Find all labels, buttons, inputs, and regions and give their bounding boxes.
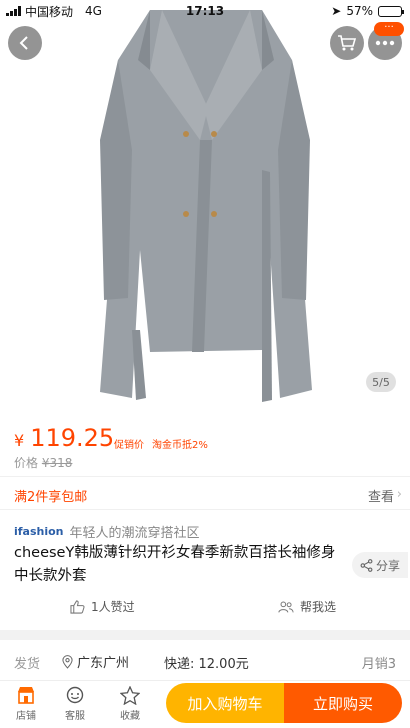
community-slogan: 年轻人的潮流穿搭社区: [69, 526, 200, 541]
product-title: cheeseY韩版薄针织开衫女春季新款百搭长袖修身中长款外套: [14, 545, 336, 584]
shop-tab[interactable]: 店铺: [6, 685, 46, 722]
coin-discount-tag: 淘金币抵2%: [152, 440, 208, 451]
back-button[interactable]: [8, 26, 42, 60]
original-price-label: 价格: [14, 456, 39, 470]
product-info-card: ¥ 119.25 促销价 淘金币抵2% 价格 ¥318 满2件享包邮 查看 › …: [0, 408, 410, 630]
cart-icon: [338, 35, 357, 51]
promotion-row[interactable]: 满2件享包邮 查看 ›: [0, 476, 410, 510]
product-photo-coat: [100, 10, 312, 402]
shop-label: 店铺: [16, 711, 36, 722]
community-banner[interactable]: ifashion 年轻人的潮流穿搭社区: [14, 522, 200, 541]
cart-button[interactable]: [330, 26, 364, 60]
ifashion-logo: ifashion: [14, 525, 64, 538]
shop-icon: [18, 687, 34, 704]
location-icon: ➤: [331, 4, 342, 18]
share-button[interactable]: 分享: [352, 552, 408, 578]
promo-price-tag: 促销价: [114, 440, 144, 451]
favorite-label: 收藏: [120, 711, 140, 722]
share-label: 分享: [375, 558, 400, 573]
original-price-value: ¥318: [41, 456, 73, 470]
like-count: 1人赞过: [91, 600, 135, 614]
thumbs-up-icon: [70, 599, 85, 614]
image-pager: 5/5: [366, 372, 396, 392]
price: ¥ 119.25: [14, 424, 114, 452]
chevron-left-icon: [19, 36, 28, 50]
shipping-fee: 快递: 12.00元: [164, 657, 249, 672]
more-dots-icon: [375, 40, 395, 46]
ship-from-location: 广东广州: [77, 656, 130, 671]
shipping-row[interactable]: 发货 广东广州 快递: 12.00元 月销3: [0, 640, 410, 682]
share-icon: [360, 558, 373, 572]
chat-face-icon: [66, 686, 84, 704]
chevron-right-icon: ›: [396, 487, 402, 502]
monthly-sales: 月销3: [361, 657, 396, 672]
price-currency: ¥: [14, 431, 25, 450]
location-pin-icon: [62, 654, 73, 669]
add-to-cart-button[interactable]: 加入购物车: [166, 683, 284, 723]
status-bar: 中国移动 4G 17:13 ➤ 57%: [0, 0, 410, 22]
ship-from: 广东广州: [62, 652, 129, 671]
original-price: 价格 ¥318: [14, 454, 72, 471]
price-amount: 119.25: [30, 424, 115, 452]
battery-icon: [378, 5, 404, 17]
help-me-pick-button[interactable]: 帮我选: [278, 598, 336, 615]
favorite-tab[interactable]: 收藏: [110, 685, 150, 722]
buy-now-button[interactable]: 立即购买: [284, 683, 402, 723]
customer-service-label: 客服: [65, 711, 85, 722]
people-icon: [278, 601, 294, 612]
message-badge: ···: [374, 22, 404, 36]
promotion-view-link[interactable]: 查看: [368, 486, 394, 505]
battery-percent: 57%: [346, 4, 373, 18]
promotion-label: 满2件享包邮: [14, 490, 88, 505]
shipping-label: 发货: [14, 657, 41, 672]
customer-service-tab[interactable]: 客服: [55, 685, 95, 722]
product-image-gallery[interactable]: [0, 0, 410, 408]
star-icon: [120, 685, 140, 705]
help-me-pick-label: 帮我选: [300, 600, 337, 614]
like-button[interactable]: 1人赞过: [70, 598, 135, 615]
bottom-action-bar: 店铺 客服 收藏 加入购物车 立即购买: [0, 680, 410, 728]
